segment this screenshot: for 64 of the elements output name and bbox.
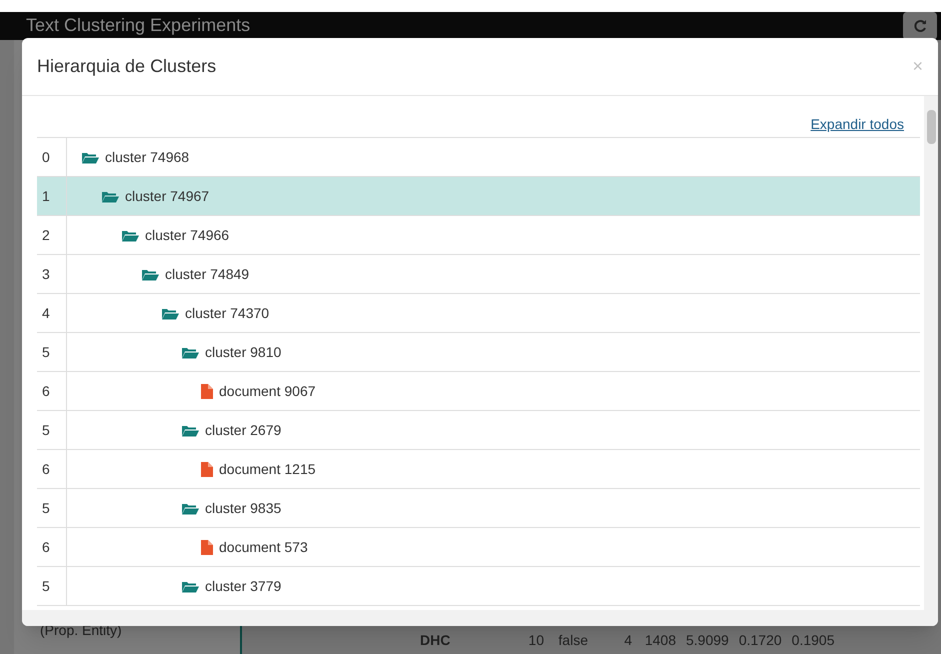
table-cell-text: 0.1905	[792, 631, 834, 650]
document-icon	[201, 384, 213, 398]
tree-row[interactable]: 6 document 9067	[37, 372, 920, 411]
row-number: 5	[37, 411, 67, 449]
tree-label: cluster 9835	[205, 498, 282, 518]
expand-all-link[interactable]: Expandir todos	[810, 114, 904, 135]
table-cell-text: DHC	[420, 631, 452, 650]
row-number: 6	[37, 528, 67, 566]
table-cell-text: 10	[527, 631, 544, 650]
modal-title: Hierarquia de Clusters	[37, 55, 216, 78]
tree-label: cluster 74967	[125, 186, 210, 206]
tree-row[interactable]: 2 cluster 74966	[37, 216, 920, 255]
tree-label: cluster 74849	[165, 264, 250, 284]
row-number: 3	[37, 255, 67, 293]
tree-row[interactable]: 6 document 1215	[37, 450, 920, 489]
tree-row[interactable]: 5 cluster 9810	[37, 333, 920, 372]
row-number: 5	[37, 333, 67, 371]
folder-icon	[161, 306, 179, 320]
folder-icon	[181, 580, 199, 592]
row-number: 5	[37, 489, 67, 527]
table-cell-text: 1408	[644, 631, 676, 650]
row-number: 4	[37, 294, 67, 332]
folder-icon	[181, 502, 199, 514]
folder-icon	[81, 150, 99, 164]
tree-label: cluster 9810	[205, 342, 282, 362]
tree-label: cluster 74370	[185, 304, 270, 322]
tree-label: cluster 3779	[205, 576, 282, 596]
tree-label: document 1215	[219, 460, 316, 478]
row-number: 6	[37, 450, 67, 488]
row-number: 2	[37, 216, 67, 254]
horizontal-scrollbar[interactable]	[22, 610, 938, 626]
table-cell-text: 0.1720	[738, 631, 782, 650]
row-number: 1	[37, 177, 67, 215]
tree-row[interactable]: 5 cluster 2679	[37, 411, 920, 450]
tree-label: cluster 74966	[145, 226, 230, 244]
tree-label: cluster 2679	[205, 420, 282, 440]
tree-label: document 9067	[219, 382, 316, 400]
tree-row[interactable]: 1 cluster 74967	[37, 177, 920, 216]
table-cell-text: false	[557, 631, 588, 650]
row-number: 5	[37, 567, 67, 605]
table-cell-text: 5.9099	[686, 631, 729, 650]
app-title: Text Clustering Experiments	[26, 14, 250, 37]
folder-icon	[101, 190, 119, 202]
tree-row[interactable]: 6 document 573	[37, 528, 920, 567]
table-cell-text: 4	[623, 631, 632, 650]
row-number: 6	[37, 372, 67, 410]
tree-row[interactable]: 3 cluster 74849	[37, 255, 920, 294]
tree-row[interactable]: 5 cluster 3779	[37, 567, 920, 606]
document-icon	[201, 540, 213, 554]
tree-label: document 573	[219, 538, 308, 556]
tree-row[interactable]: 0 cluster 74968	[37, 138, 920, 177]
sidebar-text: (Prop. Entity)	[40, 621, 122, 640]
refresh-button[interactable]	[903, 12, 937, 40]
folder-icon	[181, 424, 199, 436]
tree-row[interactable]: 4 cluster 74370	[37, 294, 920, 333]
refresh-icon	[913, 19, 927, 33]
folder-icon	[141, 268, 159, 280]
vertical-scrollbar[interactable]	[924, 96, 938, 610]
document-icon	[201, 462, 213, 476]
tree-label: cluster 74968	[105, 148, 190, 166]
folder-icon	[121, 228, 139, 242]
tree-row[interactable]: 5 cluster 9835	[37, 489, 920, 528]
folder-icon	[181, 346, 199, 358]
row-number: 0	[37, 138, 67, 176]
